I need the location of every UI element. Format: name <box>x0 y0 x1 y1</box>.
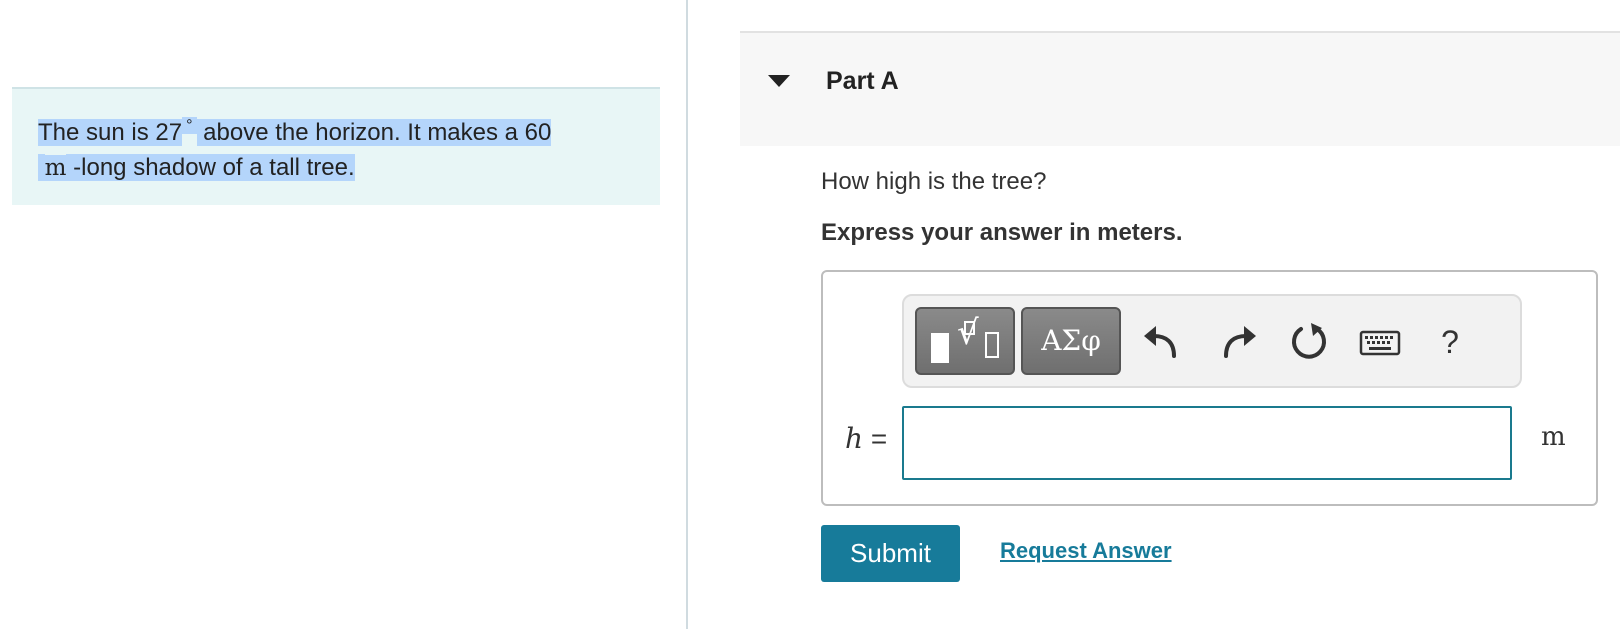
keyboard-icon[interactable] <box>1358 320 1402 364</box>
question-text: How high is the tree? <box>821 168 1047 195</box>
redo-icon[interactable] <box>1216 320 1260 364</box>
answer-variable-label: h = <box>845 422 887 455</box>
answer-input[interactable] <box>902 406 1512 480</box>
part-title: Part A <box>826 67 899 95</box>
collapse-caret-icon[interactable] <box>768 75 790 87</box>
submit-button[interactable]: Submit <box>821 525 960 582</box>
problem-text-1: The sun is 27 <box>38 119 183 146</box>
degree-symbol: ° <box>182 117 197 134</box>
problem-statement: The sun is 27 ° above the horizon. It mak… <box>12 87 660 205</box>
answer-box: √ ΑΣφ ? h = m <box>821 270 1598 506</box>
equals-sign: = <box>863 423 888 454</box>
help-button[interactable]: ? <box>1428 320 1472 364</box>
problem-text-3: -long shadow of a tall tree. <box>66 154 355 181</box>
math-toolbar: √ ΑΣφ ? <box>902 294 1522 388</box>
request-answer-link[interactable]: Request Answer <box>1000 538 1172 564</box>
length-unit: m <box>44 155 67 181</box>
answer-unit: m <box>1541 422 1566 452</box>
reset-icon[interactable] <box>1287 320 1331 364</box>
part-a-header[interactable]: Part A <box>740 31 1620 146</box>
templates-button[interactable]: √ <box>915 307 1015 375</box>
template-block-icon <box>931 333 949 363</box>
greek-symbols-button[interactable]: ΑΣφ <box>1021 307 1121 375</box>
panel-divider <box>686 0 688 629</box>
problem-text-2: above the horizon. It makes a 60 <box>196 119 552 146</box>
instruction-text: Express your answer in meters. <box>821 219 1183 246</box>
variable-symbol: h <box>845 422 864 455</box>
undo-icon[interactable] <box>1140 320 1184 364</box>
